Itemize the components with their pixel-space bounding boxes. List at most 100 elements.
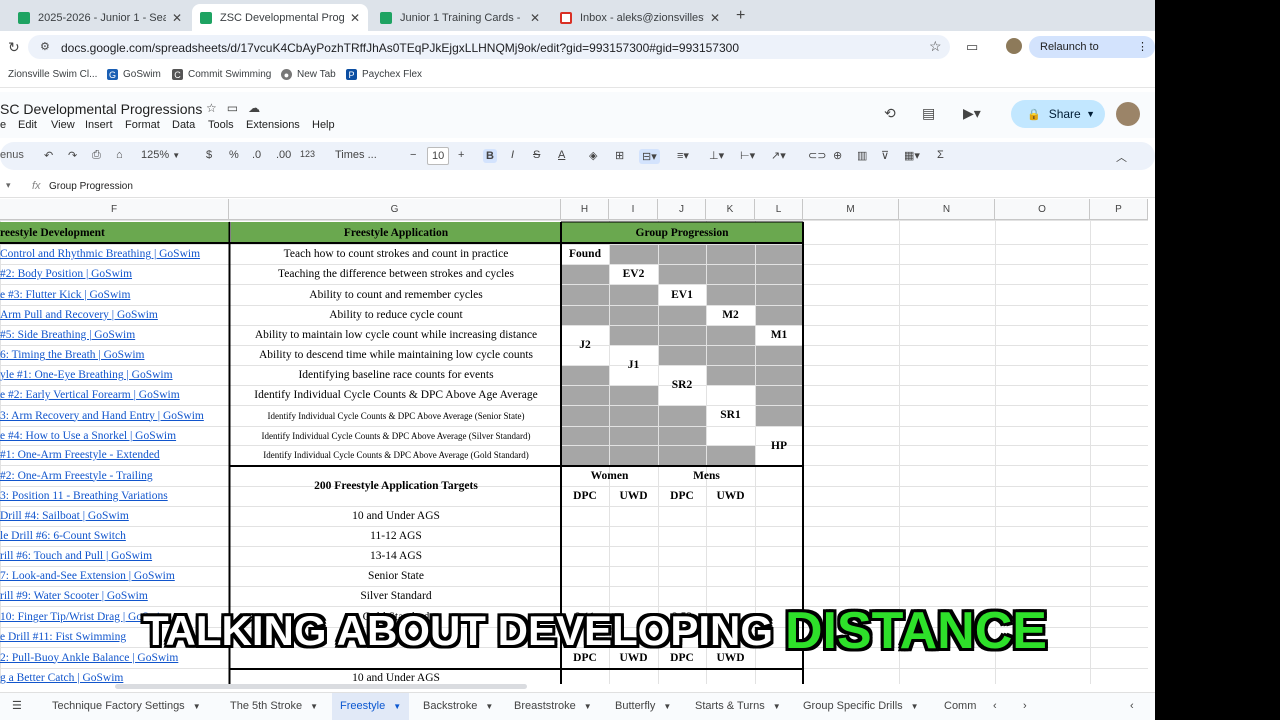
women-header[interactable]: Women — [561, 465, 658, 486]
borders-icon[interactable]: ⊞ — [615, 149, 624, 162]
application-cell[interactable]: Ability to maintain low cycle count whil… — [231, 325, 561, 345]
decrease-decimal-button[interactable]: .0 — [252, 149, 261, 161]
bookmark-star-icon[interactable]: ☆ — [929, 38, 942, 55]
cast-icon[interactable]: ▭ — [966, 39, 978, 55]
bookmark-goswim[interactable]: G GoSwim — [107, 69, 161, 80]
link-cell[interactable]: rill #6: Touch and Pull | GoSwim — [0, 546, 229, 566]
name-box-caret[interactable]: ▾ — [6, 180, 11, 191]
horizontal-scrollbar[interactable] — [115, 684, 527, 689]
percent-button[interactable]: % — [229, 149, 239, 161]
merge-cells-icon[interactable]: ⊟▾ — [639, 149, 660, 164]
menu-file[interactable]: e — [0, 119, 6, 131]
relaunch-button[interactable]: Relaunch to update ⋮ — [1029, 36, 1155, 75]
link-cell[interactable]: 7: Look-and-See Extension | GoSwim — [0, 566, 229, 586]
move-folder-icon[interactable]: ▭ — [227, 101, 238, 115]
align-horizontal-icon[interactable]: ≡▾ — [677, 149, 689, 162]
menu-edit[interactable]: Edit — [18, 119, 37, 131]
bookmark-paychex[interactable]: P Paychex Flex — [346, 69, 422, 80]
chart-icon[interactable]: ▥ — [857, 149, 867, 162]
target-subheader[interactable]: UWD — [609, 486, 658, 506]
functions-icon[interactable]: Σ — [937, 149, 944, 161]
close-icon[interactable]: ✕ — [172, 11, 182, 25]
chevron-up-icon[interactable]: ︿ — [1116, 149, 1127, 165]
group-label-hp[interactable]: HP — [755, 426, 803, 465]
meet-icon[interactable]: ▶▾ — [963, 105, 981, 122]
font-size-increase[interactable]: + — [458, 149, 464, 161]
target-row-label[interactable]: 11-12 AGS — [231, 526, 561, 546]
header-group-progression[interactable]: Group Progression — [561, 222, 803, 243]
target-row-label[interactable]: 13-14 AGS — [231, 546, 561, 566]
menu-help[interactable]: Help — [312, 119, 335, 131]
comments-icon[interactable]: ▤ — [922, 105, 935, 122]
menu-tools[interactable]: Tools — [208, 119, 234, 131]
search-menus[interactable]: enus — [0, 149, 24, 161]
scroll-right-icon[interactable]: › — [1023, 693, 1027, 720]
browser-tab-training-cards[interactable]: Junior 1 Training Cards - Goo ✕ — [372, 4, 548, 31]
sheet-tab[interactable]: Butterfly ▼ — [615, 693, 671, 720]
application-cell[interactable]: Identify Individual Cycle Counts & DPC A… — [231, 385, 561, 405]
close-icon[interactable]: ✕ — [350, 11, 360, 25]
column-header-f[interactable]: F — [0, 199, 229, 220]
bookmark-zionsville[interactable]: Zionsville Swim Cl... — [8, 69, 97, 80]
filter-views-icon[interactable]: ▦▾ — [904, 149, 920, 162]
menu-insert[interactable]: Insert — [85, 119, 113, 131]
link-cell[interactable]: #2: Body Position | GoSwim — [0, 264, 229, 284]
scroll-left-icon[interactable]: ‹ — [993, 693, 997, 720]
header-freestyle-application[interactable]: Freestyle Application — [231, 222, 561, 243]
text-color-button[interactable]: A — [558, 149, 565, 161]
column-header-o[interactable]: O — [995, 199, 1090, 220]
italic-button[interactable]: I — [511, 149, 514, 161]
link-cell[interactable]: 3: Arm Recovery and Hand Entry | GoSwim — [0, 405, 229, 426]
column-header-g[interactable]: G — [229, 199, 561, 220]
column-header-i[interactable]: I — [609, 199, 658, 220]
cloud-status-icon[interactable]: ☁ — [248, 101, 260, 115]
formula-input[interactable]: Group Progression — [49, 181, 133, 192]
column-header-p[interactable]: P — [1090, 199, 1148, 220]
application-cell[interactable]: Identify Individual Cycle Counts & DPC A… — [231, 445, 561, 465]
link-cell[interactable]: #2: One-Arm Freestyle - Trailing — [0, 465, 229, 486]
application-cell[interactable]: Ability to count and remember cycles — [231, 284, 561, 305]
link-cell[interactable]: Control and Rhythmic Breathing | GoSwim — [0, 244, 229, 264]
column-header-m[interactable]: M — [803, 199, 899, 220]
sheet-tab[interactable]: Backstroke ▼ — [423, 693, 493, 720]
collapse-sidebar-icon[interactable]: ‹ — [1130, 693, 1134, 720]
group-label-ev2[interactable]: EV2 — [609, 264, 658, 284]
url-text[interactable]: docs.google.com/spreadsheets/d/17vcuK4Cb… — [61, 41, 739, 55]
document-title[interactable]: SC Developmental Progressions — [0, 101, 202, 117]
font-size-decrease[interactable]: − — [410, 149, 416, 161]
star-icon[interactable]: ☆ — [206, 101, 217, 115]
number-format-button[interactable]: 123 — [300, 149, 315, 159]
all-sheets-icon[interactable]: ☰ — [12, 693, 22, 720]
link-cell[interactable]: e #4: How to Use a Snorkel | GoSwim — [0, 426, 229, 445]
targets-title[interactable]: 200 Freestyle Application Targets — [231, 465, 561, 506]
menu-format[interactable]: Format — [125, 119, 160, 131]
bookmark-commit[interactable]: C Commit Swimming — [172, 69, 271, 80]
text-rotation-icon[interactable]: ↗▾ — [771, 149, 786, 162]
column-header-l[interactable]: L — [755, 199, 803, 220]
group-label-found[interactable]: Found — [561, 244, 609, 264]
bookmark-new-tab[interactable]: ● New Tab — [281, 69, 336, 80]
group-label-j2[interactable]: J2 — [561, 325, 609, 365]
target-row-label[interactable]: 10 and Under AGS — [231, 506, 561, 526]
close-icon[interactable]: ✕ — [710, 11, 720, 25]
target-row-label[interactable]: 10 and Under AGS — [231, 668, 561, 684]
sheet-tab[interactable]: Freestyle ▼ — [332, 693, 410, 720]
currency-button[interactable]: $ — [206, 149, 212, 161]
menu-extensions[interactable]: Extensions — [246, 119, 300, 131]
sheet-tab[interactable]: Breaststroke ▼ — [514, 693, 592, 720]
link-cell[interactable]: yle #1: One-Eye Breathing | GoSwim — [0, 365, 229, 385]
bold-button[interactable]: B — [483, 149, 497, 163]
link-cell[interactable]: e #3: Flutter Kick | GoSwim — [0, 284, 229, 305]
target-subheader[interactable]: UWD — [706, 486, 755, 506]
application-cell[interactable]: Identifying baseline race counts for eve… — [231, 365, 561, 385]
font-select[interactable]: Times ... — [335, 149, 377, 161]
link-cell[interactable]: Drill #4: Sailboat | GoSwim — [0, 506, 229, 526]
paint-format-icon[interactable]: ⌂ — [116, 149, 123, 161]
column-header-k[interactable]: K — [706, 199, 755, 220]
zoom-select[interactable]: 125% ▼ — [141, 149, 180, 161]
link-cell[interactable]: g a Better Catch | GoSwim — [0, 668, 229, 684]
fill-color-icon[interactable]: ◈ — [589, 149, 597, 162]
target-row-label[interactable]: Senior State — [231, 566, 561, 586]
undo-icon[interactable]: ↶ — [44, 149, 53, 162]
header-freestyle-development[interactable]: reestyle Development — [0, 222, 229, 243]
